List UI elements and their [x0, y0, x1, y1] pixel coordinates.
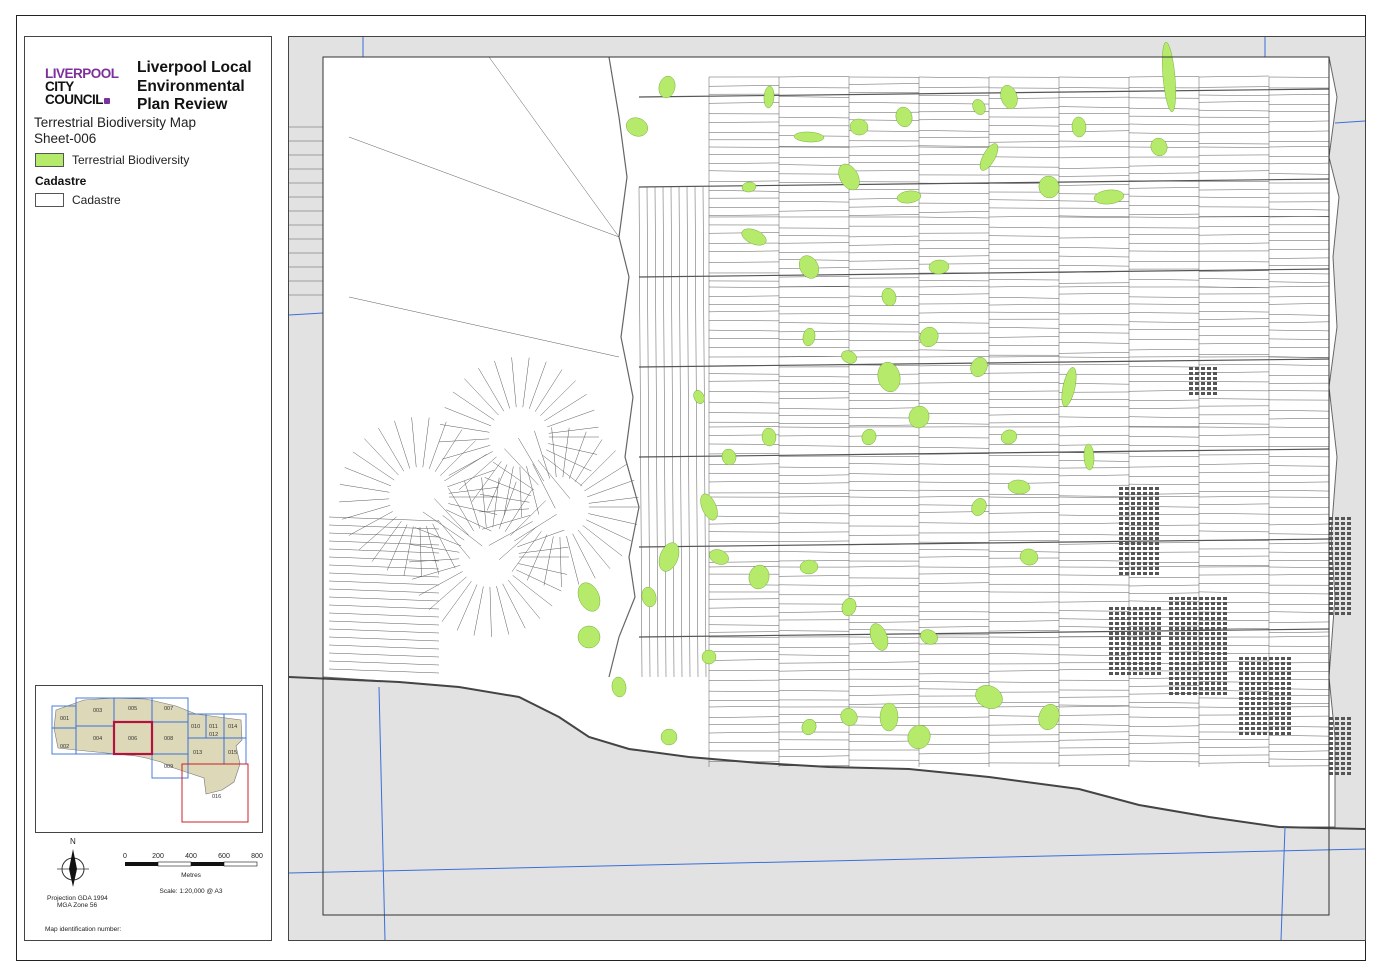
cadastre-map — [289, 37, 1365, 940]
scale-tick: 200 — [152, 853, 164, 860]
projection-line-1: Projection GDA 1994 — [47, 895, 108, 902]
legend-item-cadastre: Cadastre — [35, 193, 121, 207]
sheet-label: 010 — [191, 724, 200, 730]
legend-item-biodiversity: Terrestrial Biodiversity — [35, 153, 189, 167]
sheet-number: Sheet-006 — [34, 131, 97, 146]
scale-bar-graphic: 0 200 400 600 800 Metres Scale: 1:20,000… — [123, 853, 263, 895]
sheet-index-inset: 001 002 003 004 005 006 007 008 009 010 … — [35, 685, 263, 833]
sheet-label: 005 — [128, 706, 137, 712]
sheet-label: 001 — [60, 716, 69, 722]
scale-tick: 400 — [185, 853, 197, 860]
sheet-label: 007 — [164, 706, 173, 712]
map-frame — [288, 36, 1366, 941]
council-logo: LIVERPOOL CITY COUNCIL — [45, 67, 125, 107]
sheet-label: 006 — [128, 736, 137, 742]
cadastre-heading: Cadastre — [35, 174, 87, 188]
scale-tick: 0 — [123, 853, 127, 860]
scale-text: Scale: 1:20,000 @ A3 — [160, 888, 223, 895]
north-arrow: N — [53, 837, 93, 895]
scale-tick: 600 — [218, 853, 230, 860]
north-arrow-icon — [57, 849, 89, 887]
study-area — [53, 697, 243, 795]
north-label: N — [70, 837, 76, 846]
legend-panel: LIVERPOOL CITY COUNCIL Liverpool Local E… — [24, 36, 272, 941]
sheet-label: 012 — [209, 732, 218, 738]
land-area — [322, 56, 1340, 828]
logo-mark-icon — [104, 98, 110, 104]
scale-tick: 800 — [251, 853, 263, 860]
projection-line-2: MGA Zone 56 — [57, 902, 98, 909]
sheet-label: 014 — [228, 724, 237, 730]
sheet-label: 004 — [93, 736, 102, 742]
sheet-label: 013 — [193, 750, 202, 756]
plan-title: Liverpool Local Environmental Plan Revie… — [137, 59, 252, 113]
map-id-label: Map identification number: — [45, 926, 122, 933]
legend-item-label: Cadastre — [72, 193, 121, 207]
cadastre-swatch — [35, 193, 64, 207]
sheet-label: 003 — [93, 708, 102, 714]
sheet-label: 009 — [164, 764, 173, 770]
sheet-label: 011 — [209, 724, 218, 730]
scale-unit: Metres — [181, 872, 202, 879]
sheet-label: 008 — [164, 736, 173, 742]
sheet-label: 016 — [212, 794, 221, 800]
scale-bar: 0 200 400 600 800 Metres Scale: 1:20,000… — [121, 849, 271, 909]
biodiversity-swatch — [35, 153, 64, 167]
legend-item-label: Terrestrial Biodiversity — [72, 153, 190, 167]
map-title: Terrestrial Biodiversity Map — [34, 115, 197, 130]
sheet-index-map: 001 002 003 004 005 006 007 008 009 010 … — [51, 697, 249, 823]
sheet-label: 015 — [228, 750, 237, 756]
logo-line-3: COUNCIL — [45, 92, 104, 107]
sheet-label: 002 — [60, 744, 69, 750]
